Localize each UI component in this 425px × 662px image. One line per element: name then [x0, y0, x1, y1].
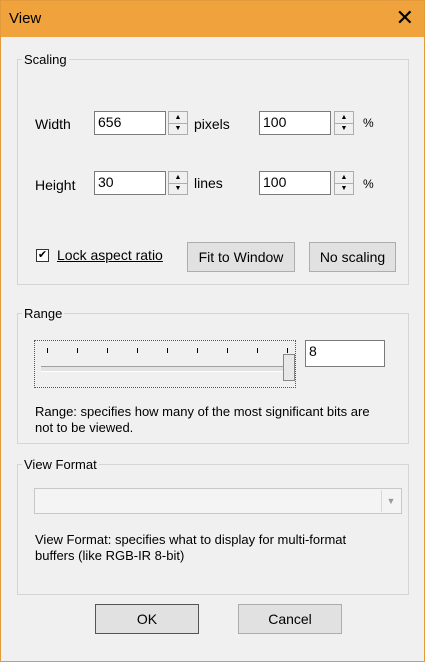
- range-legend: Range: [24, 306, 63, 321]
- height-label: Height: [35, 177, 76, 193]
- width-input[interactable]: 656: [94, 111, 166, 135]
- slider-tick: [167, 348, 168, 353]
- slider-tick: [197, 348, 198, 353]
- height-input[interactable]: 30: [94, 171, 166, 195]
- close-icon[interactable]: ✕: [396, 5, 414, 31]
- chevron-down-icon[interactable]: ▼: [381, 490, 400, 512]
- view-format-group: View Format: [17, 457, 409, 595]
- slider-tick: [287, 348, 288, 353]
- window-title: View: [9, 10, 42, 27]
- height-percent-input[interactable]: 100: [259, 171, 331, 195]
- spin-down-icon[interactable]: ▼: [169, 183, 187, 194]
- title-bar: View ✕: [1, 1, 424, 37]
- cancel-button[interactable]: Cancel: [238, 604, 342, 634]
- no-scaling-button[interactable]: No scaling: [309, 242, 396, 272]
- height-percent-spinner[interactable]: ▲ ▼: [334, 171, 354, 195]
- height-percent-sign: %: [363, 177, 374, 191]
- slider-tick: [107, 348, 108, 353]
- spin-down-icon[interactable]: ▼: [169, 123, 187, 134]
- slider-tick: [227, 348, 228, 353]
- height-spinner[interactable]: ▲ ▼: [168, 171, 188, 195]
- spin-down-icon[interactable]: ▼: [335, 183, 353, 194]
- width-percent-sign: %: [363, 116, 374, 130]
- range-slider[interactable]: [34, 340, 296, 388]
- view-format-legend: View Format: [24, 457, 97, 472]
- view-dialog: View ✕ Scaling Width 656 ▲ ▼ pixels 100 …: [0, 0, 425, 662]
- slider-tick: [137, 348, 138, 353]
- slider-track: [41, 366, 291, 372]
- width-percent-spinner[interactable]: ▲ ▼: [334, 111, 354, 135]
- height-unit-label: lines: [194, 175, 223, 191]
- width-spinner[interactable]: ▲ ▼: [168, 111, 188, 135]
- range-description: Range: specifies how many of the most si…: [35, 404, 370, 435]
- spin-down-icon[interactable]: ▼: [335, 123, 353, 134]
- range-value-input[interactable]: 8: [305, 340, 385, 367]
- view-format-description: View Format: specifies what to display f…: [35, 532, 347, 563]
- lock-aspect-label[interactable]: Lock aspect ratio: [57, 247, 163, 263]
- scaling-legend: Scaling: [24, 52, 67, 67]
- slider-tick: [47, 348, 48, 353]
- lock-aspect-checkbox[interactable]: ✔: [36, 249, 49, 262]
- slider-tick: [77, 348, 78, 353]
- width-percent-input[interactable]: 100: [259, 111, 331, 135]
- view-format-combo[interactable]: ▼: [34, 488, 402, 514]
- slider-thumb[interactable]: [283, 354, 295, 381]
- width-label: Width: [35, 116, 71, 132]
- slider-tick: [257, 348, 258, 353]
- width-unit-label: pixels: [194, 116, 230, 132]
- ok-button[interactable]: OK: [95, 604, 199, 634]
- fit-to-window-button[interactable]: Fit to Window: [187, 242, 295, 272]
